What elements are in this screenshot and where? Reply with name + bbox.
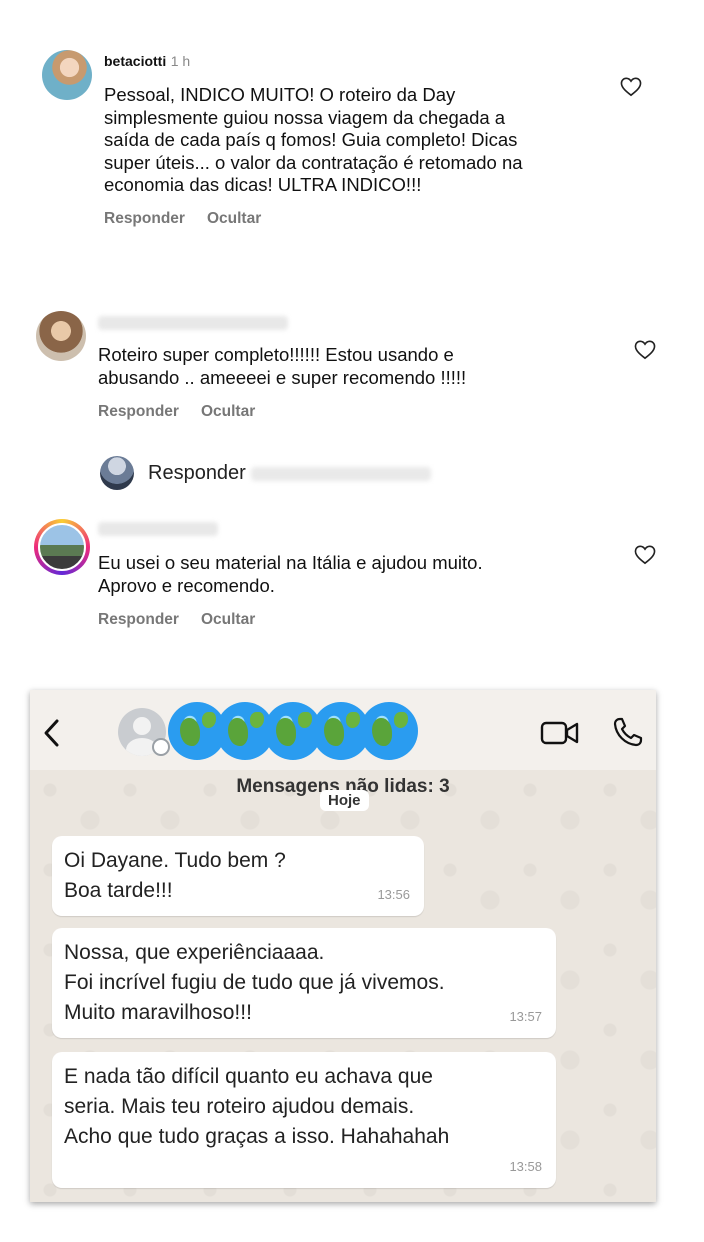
avatar[interactable] xyxy=(42,50,92,100)
comment-actions: Responder Ocultar xyxy=(98,403,277,421)
comment-time: 1 h xyxy=(170,53,191,69)
heart-icon[interactable] xyxy=(634,545,656,565)
avatar[interactable] xyxy=(36,311,86,361)
comment-text: Eu usei o seu material na Itália e ajudo… xyxy=(98,552,483,596)
avatar xyxy=(100,456,134,490)
comment-actions: Responder Ocultar xyxy=(104,210,283,228)
message-text: Nossa, que experiênciaaaa. Foi incrível … xyxy=(64,941,445,1024)
timer-icon xyxy=(152,738,170,756)
globe-icon xyxy=(360,702,418,760)
message-time: 13:58 xyxy=(509,1159,542,1174)
reply-button[interactable]: Responder xyxy=(104,210,185,227)
hide-button[interactable]: Ocultar xyxy=(201,611,255,628)
date-chip: Hoje xyxy=(320,790,369,811)
hide-button[interactable]: Ocultar xyxy=(201,403,255,420)
message-time: 13:57 xyxy=(509,1009,542,1024)
reply-prompt-label: Responder xyxy=(148,462,246,484)
reply-prompt-target-blurred xyxy=(251,466,432,481)
comment-text: Roteiro super completo!!!!!! Estou usand… xyxy=(98,344,467,388)
avatar[interactable] xyxy=(38,523,86,571)
message-bubble[interactable]: E nada tão difícil quanto eu achava que … xyxy=(52,1052,556,1188)
comment-text: Pessoal, INDICO MUITO! O roteiro da Day … xyxy=(104,84,523,195)
comment-actions: Responder Ocultar xyxy=(98,611,277,629)
video-call-icon[interactable] xyxy=(540,720,580,746)
heart-icon[interactable] xyxy=(634,340,656,360)
comment-username-blurred xyxy=(98,316,288,330)
comment-header: betaciotti 1 h xyxy=(104,53,190,71)
back-icon[interactable] xyxy=(42,718,62,748)
message-text: E nada tão difícil quanto eu achava que … xyxy=(64,1065,450,1148)
reply-prompt[interactable]: Responder xyxy=(148,462,432,485)
hide-button[interactable]: Ocultar xyxy=(207,210,261,227)
comment-username[interactable]: betaciotti xyxy=(104,53,166,69)
reply-button[interactable]: Responder xyxy=(98,611,179,628)
heart-icon[interactable] xyxy=(620,77,642,97)
comment-username-blurred xyxy=(98,522,218,536)
reply-button[interactable]: Responder xyxy=(98,403,179,420)
whatsapp-screenshot: Mensagens não lidas: 3 Hoje Oi Dayane. T… xyxy=(30,690,656,1202)
message-bubble[interactable]: Oi Dayane. Tudo bem ? Boa tarde!!! 13:56 xyxy=(52,836,424,916)
message-bubble[interactable]: Nossa, que experiênciaaaa. Foi incrível … xyxy=(52,928,556,1038)
message-text: Oi Dayane. Tudo bem ? Boa tarde!!! xyxy=(64,849,286,902)
phone-icon[interactable] xyxy=(612,716,644,748)
message-time: 13:56 xyxy=(377,887,410,902)
